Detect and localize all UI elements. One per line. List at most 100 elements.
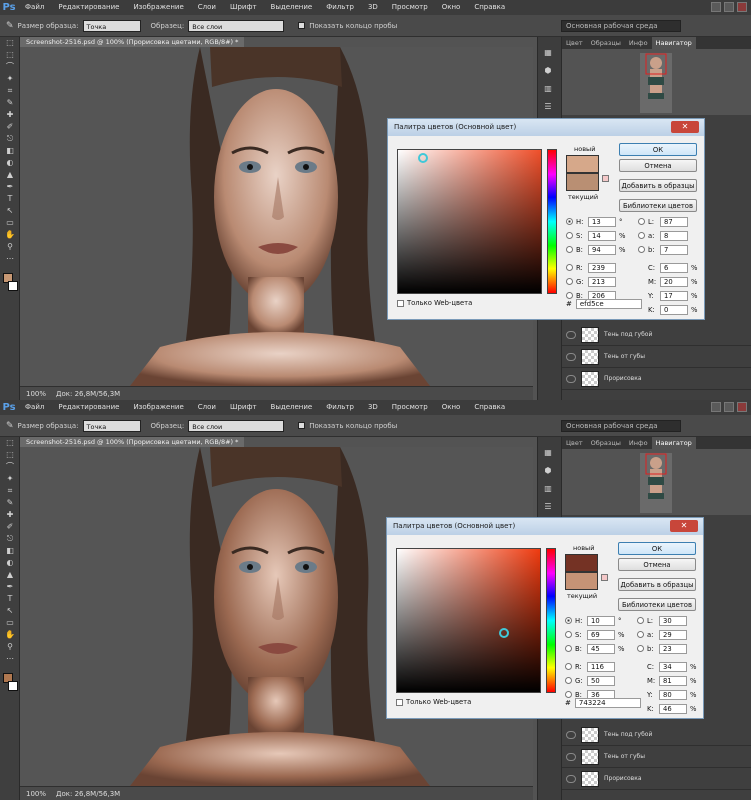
eye-icon[interactable] bbox=[566, 330, 576, 339]
value-input[interactable]: 45 bbox=[587, 643, 615, 654]
menu-item[interactable]: Окно bbox=[435, 0, 468, 15]
value-input[interactable]: 69 bbox=[587, 629, 615, 640]
eye-icon[interactable] bbox=[566, 752, 576, 761]
value-input[interactable]: 29 bbox=[659, 629, 687, 640]
eye-icon[interactable] bbox=[566, 374, 576, 383]
tool-icon[interactable]: ⋯ bbox=[0, 653, 20, 665]
value-input[interactable]: 94 bbox=[588, 244, 616, 255]
mode-radio[interactable] bbox=[565, 691, 572, 698]
sample-size-select[interactable]: Точка bbox=[82, 419, 141, 432]
value-input[interactable]: 81 bbox=[659, 675, 687, 686]
workspace-select[interactable]: Основная рабочая среда bbox=[561, 419, 681, 432]
ok-button[interactable]: ОК bbox=[618, 542, 696, 555]
mode-radio[interactable] bbox=[566, 246, 573, 253]
tool-icon[interactable]: ◧ bbox=[0, 545, 20, 557]
close-window-icon[interactable] bbox=[737, 2, 747, 12]
layer-row[interactable]: Тень под губой bbox=[562, 724, 751, 746]
document-tab[interactable]: Screenshot-2516.psd @ 100% (Прорисовка ц… bbox=[20, 437, 245, 447]
minimize-icon[interactable] bbox=[711, 402, 721, 412]
menu-item[interactable]: Фильтр bbox=[319, 0, 361, 15]
mode-radio[interactable] bbox=[566, 232, 573, 239]
maximize-icon[interactable] bbox=[724, 2, 734, 12]
panel-icon[interactable]: ⬢ bbox=[538, 465, 558, 477]
panel-icon[interactable]: ▥ bbox=[538, 83, 558, 95]
panel-tab[interactable]: Навигатор bbox=[651, 37, 696, 49]
sample-ring-checkbox[interactable] bbox=[298, 422, 306, 429]
menu-item[interactable]: Просмотр bbox=[385, 0, 435, 15]
color-libraries-button[interactable]: Библиотеки цветов bbox=[619, 199, 697, 212]
tool-icon[interactable]: ⬚ bbox=[0, 449, 20, 461]
value-input[interactable]: 87 bbox=[660, 216, 688, 227]
mode-radio[interactable] bbox=[566, 264, 573, 271]
color-sample-ring-icon[interactable] bbox=[418, 153, 428, 163]
panel-tab[interactable]: Инфо bbox=[625, 437, 652, 449]
tool-icon[interactable]: ✐ bbox=[0, 121, 20, 133]
tool-icon[interactable]: ⬚ bbox=[0, 49, 20, 61]
web-colors-checkbox[interactable] bbox=[396, 698, 403, 706]
menu-item[interactable]: Слои bbox=[191, 0, 223, 15]
minimize-icon[interactable] bbox=[711, 2, 721, 12]
value-input[interactable]: 50 bbox=[587, 675, 615, 686]
menu-item[interactable]: Справка bbox=[467, 0, 512, 15]
tool-icon[interactable]: ✋ bbox=[0, 629, 20, 641]
cancel-button[interactable]: Отмена bbox=[618, 558, 696, 571]
web-colors-checkbox[interactable] bbox=[397, 299, 404, 307]
tool-icon[interactable]: ◐ bbox=[0, 557, 20, 569]
menu-item[interactable]: Выделение bbox=[264, 0, 320, 15]
value-input[interactable]: 46 bbox=[659, 703, 687, 714]
tool-icon[interactable]: ◧ bbox=[0, 145, 20, 157]
layer-row[interactable]: Прорисовка bbox=[562, 768, 751, 790]
mode-radio[interactable] bbox=[566, 278, 573, 285]
mode-radio[interactable] bbox=[638, 232, 645, 239]
gamut-warning-icon[interactable] bbox=[602, 175, 609, 182]
menu-item[interactable]: Фильтр bbox=[319, 400, 361, 415]
tool-icon[interactable]: ▭ bbox=[0, 217, 20, 229]
tool-icon[interactable]: ⌒ bbox=[0, 61, 20, 73]
value-input[interactable]: 116 bbox=[587, 661, 615, 672]
panel-icon[interactable]: ▦ bbox=[538, 47, 558, 59]
menu-item[interactable]: Редактирование bbox=[51, 400, 126, 415]
tool-icon[interactable]: ✒ bbox=[0, 581, 20, 593]
sample-size-select[interactable]: Точка bbox=[82, 19, 141, 32]
menu-item[interactable]: Шрифт bbox=[223, 0, 264, 15]
mode-radio[interactable] bbox=[637, 617, 644, 624]
tool-icon[interactable]: ✐ bbox=[0, 521, 20, 533]
menu-item[interactable]: Шрифт bbox=[223, 400, 264, 415]
value-input[interactable]: 23 bbox=[659, 643, 687, 654]
tool-icon[interactable]: ✚ bbox=[0, 509, 20, 521]
tool-icon[interactable]: ✦ bbox=[0, 73, 20, 85]
color-sample-ring-icon[interactable] bbox=[499, 628, 509, 638]
menu-item[interactable]: Выделение bbox=[264, 400, 320, 415]
layer-row[interactable]: Тень от губы bbox=[562, 346, 751, 368]
tool-icon[interactable]: ▲ bbox=[0, 169, 20, 181]
layer-row[interactable]: Тень от губы bbox=[562, 746, 751, 768]
ok-button[interactable]: ОК bbox=[619, 143, 697, 156]
menu-item[interactable]: Изображение bbox=[126, 400, 190, 415]
panel-tab[interactable]: Навигатор bbox=[651, 437, 696, 449]
color-field[interactable] bbox=[397, 149, 542, 294]
menu-item[interactable]: Файл bbox=[18, 0, 51, 15]
tool-icon[interactable]: T bbox=[0, 593, 20, 605]
tool-icon[interactable]: ⌒ bbox=[0, 461, 20, 473]
background-color-swatch[interactable] bbox=[8, 681, 18, 691]
eyedropper-icon[interactable]: ✎ bbox=[6, 21, 14, 31]
eye-icon[interactable] bbox=[566, 730, 576, 739]
value-input[interactable]: 239 bbox=[588, 262, 616, 273]
tool-icon[interactable]: ⋯ bbox=[0, 253, 20, 265]
tool-icon[interactable]: ⎋ bbox=[0, 133, 20, 145]
mode-radio[interactable] bbox=[565, 617, 572, 624]
close-icon[interactable]: ✕ bbox=[670, 520, 698, 532]
zoom-level[interactable]: 100% bbox=[26, 390, 46, 398]
value-input[interactable]: 34 bbox=[659, 661, 687, 672]
mode-radio[interactable] bbox=[565, 663, 572, 670]
eyedropper-icon[interactable]: ✎ bbox=[6, 421, 14, 431]
panel-icon[interactable]: ☰ bbox=[538, 101, 558, 113]
tool-icon[interactable]: ⎋ bbox=[0, 533, 20, 545]
mode-radio[interactable] bbox=[566, 218, 573, 225]
panel-icon[interactable]: ☰ bbox=[538, 501, 558, 513]
mode-radio[interactable] bbox=[638, 246, 645, 253]
value-input[interactable]: 30 bbox=[659, 615, 687, 626]
panel-tab[interactable]: Образцы bbox=[587, 437, 625, 449]
tool-icon[interactable]: ▲ bbox=[0, 569, 20, 581]
value-input[interactable]: 213 bbox=[588, 276, 616, 287]
